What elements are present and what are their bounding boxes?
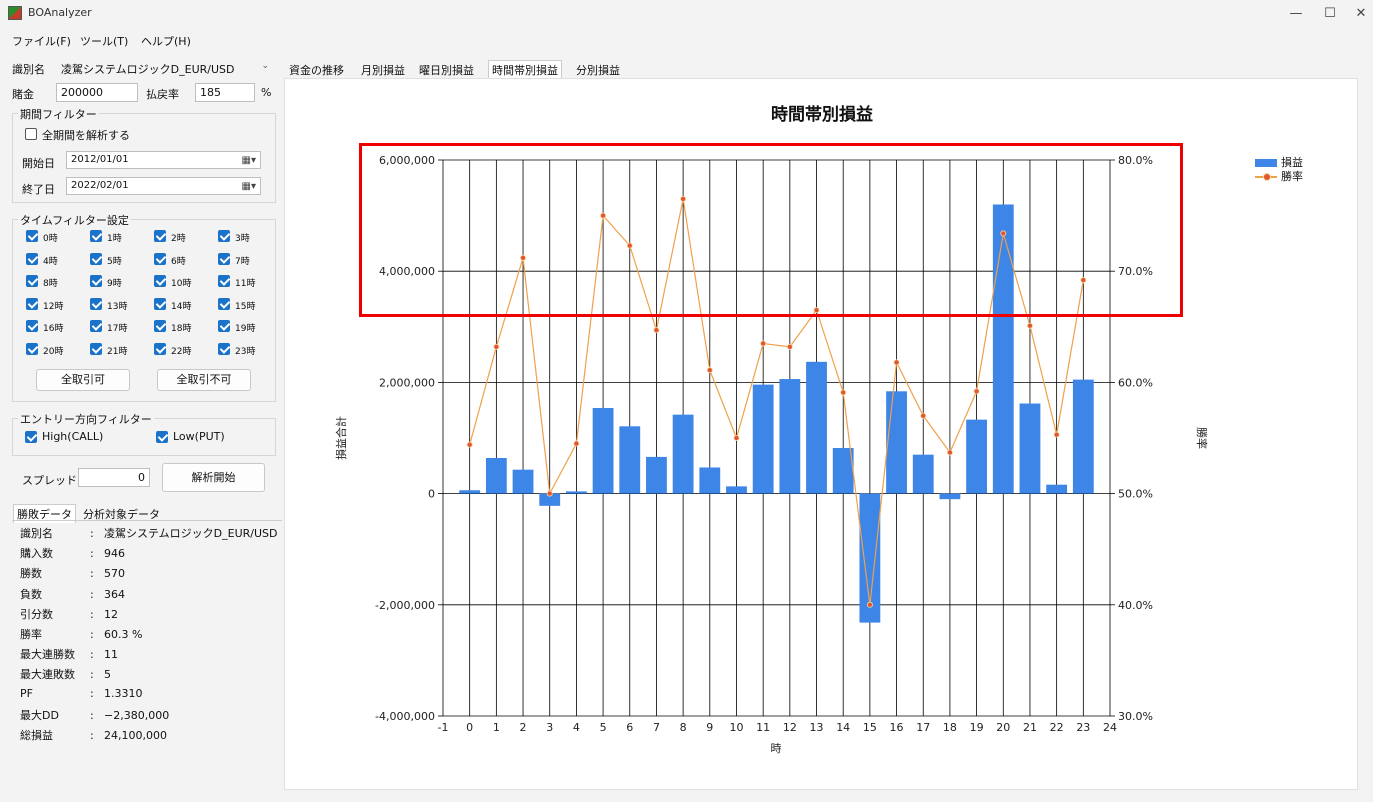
x-tick-label: -1 <box>438 721 449 734</box>
winrate-point <box>920 412 927 419</box>
x-tick-label: 21 <box>1023 721 1037 734</box>
x-tick-label: 5 <box>600 721 607 734</box>
bar-mark <box>699 467 721 494</box>
winrate-point <box>786 343 793 350</box>
winrate-point <box>893 359 900 366</box>
y-tick-label: 0 <box>428 488 435 501</box>
legend-item-profit: 損益 <box>1255 154 1303 169</box>
winrate-point <box>973 388 980 395</box>
bar-mark <box>565 491 587 494</box>
legend-swatch-profit <box>1255 159 1277 167</box>
x-tick-label: 18 <box>943 721 957 734</box>
winrate-point <box>706 367 713 374</box>
y-tick-label: 2,000,000 <box>379 376 435 389</box>
winrate-point <box>1053 431 1060 438</box>
bar-mark <box>512 469 534 494</box>
x-tick-label: 1 <box>493 721 500 734</box>
x-tick-label: 24 <box>1103 721 1117 734</box>
y2-tick-label: 60.0% <box>1118 376 1153 389</box>
bar-mark <box>752 384 774 494</box>
legend-swatch-winrate <box>1255 173 1277 181</box>
winrate-point <box>1026 322 1033 329</box>
bar-mark <box>912 454 934 494</box>
y2-tick-label: 30.0% <box>1118 710 1153 723</box>
winrate-point <box>733 434 740 441</box>
winrate-point <box>546 490 553 497</box>
winrate-point <box>466 441 473 448</box>
x-tick-label: 14 <box>836 721 850 734</box>
bar-mark <box>726 486 747 494</box>
bar-mark <box>1072 379 1094 494</box>
x-tick-label: 17 <box>916 721 930 734</box>
x-tick-label: 9 <box>706 721 713 734</box>
bar-mark <box>806 361 827 494</box>
x-tick-label: 12 <box>783 721 797 734</box>
chart-title: 時間帯別損益 <box>771 104 873 125</box>
x-tick-label: 7 <box>653 721 660 734</box>
x-tick-label: 13 <box>810 721 824 734</box>
winrate-point <box>946 449 953 456</box>
winrate-point <box>493 343 500 350</box>
winrate-point <box>866 601 873 608</box>
legend-item-winrate: 勝率 <box>1255 168 1303 183</box>
x-tick-label: 16 <box>890 721 904 734</box>
bar-mark <box>1019 403 1041 494</box>
x-tick-label: 2 <box>520 721 527 734</box>
x-axis-label: 時 <box>771 742 782 755</box>
x-tick-label: 20 <box>996 721 1010 734</box>
bar-mark <box>672 414 694 494</box>
bar-mark <box>485 458 507 494</box>
y-tick-label: -4,000,000 <box>375 710 435 723</box>
bar-mark <box>646 456 667 494</box>
y-tick-label: -2,000,000 <box>375 599 435 612</box>
y2-tick-label: 50.0% <box>1118 488 1153 501</box>
bar-mark <box>619 426 641 494</box>
x-tick-label: 6 <box>626 721 633 734</box>
bar-mark <box>592 407 614 494</box>
y-axis-label: 損益合計 <box>334 416 348 460</box>
x-tick-label: 10 <box>729 721 743 734</box>
bar-mark <box>1046 484 1068 494</box>
chart-svg: 時間帯別損益 損益合計 勝率 時 -1 0 1 2 3 4 5 6 7 8 9 10 11 12 13 14 1… <box>334 104 1209 755</box>
chart-legend: 損益 勝率 <box>1255 154 1303 183</box>
bar-mark <box>939 493 961 500</box>
bar-mark <box>886 391 907 494</box>
y2-axis-label: 勝率 <box>1195 427 1209 449</box>
x-tick-label: 0 <box>466 721 473 734</box>
bar-mark <box>779 379 801 494</box>
bar-mark <box>966 419 988 494</box>
x-tick-label: 3 <box>546 721 553 734</box>
y2-tick-label: 40.0% <box>1118 599 1153 612</box>
winrate-point <box>840 389 847 396</box>
winrate-point <box>653 327 660 334</box>
bar-mark <box>459 490 481 494</box>
x-tick-label: 19 <box>970 721 984 734</box>
winrate-point <box>760 340 767 347</box>
x-tick-label: 11 <box>756 721 770 734</box>
highlight-box <box>359 143 1183 317</box>
x-tick-label: 23 <box>1076 721 1090 734</box>
x-tick-label: 15 <box>863 721 877 734</box>
legend-label-winrate: 勝率 <box>1281 170 1303 183</box>
x-tick-label: 22 <box>1050 721 1064 734</box>
winrate-point <box>573 440 580 447</box>
x-tick-label: 4 <box>573 721 580 734</box>
x-tick-label: 8 <box>680 721 687 734</box>
